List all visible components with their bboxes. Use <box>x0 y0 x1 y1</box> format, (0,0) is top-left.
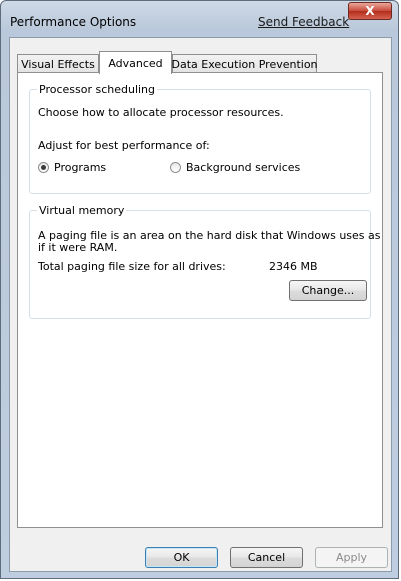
advanced-tab-panel: Processor scheduling Choose how to alloc… <box>17 72 383 528</box>
total-paging-label: Total paging file size for all drives: <box>38 260 226 273</box>
cancel-button[interactable]: Cancel <box>230 547 303 568</box>
virtual-memory-description-line2: if it were RAM. <box>38 241 118 254</box>
background-services-radio-indicator <box>170 162 181 173</box>
send-feedback-link[interactable]: Send Feedback <box>258 15 349 29</box>
processor-description: Choose how to allocate processor resourc… <box>38 106 284 119</box>
tab-advanced[interactable]: Advanced <box>99 51 172 74</box>
adjust-performance-label: Adjust for best performance of: <box>38 139 210 152</box>
tab-visual-effects[interactable]: Visual Effects <box>17 54 99 73</box>
performance-options-window: Performance Options Send Feedback X Visu… <box>0 0 399 579</box>
close-button[interactable]: X <box>348 2 392 20</box>
dialog-client-area: Visual Effects Advanced Data Execution P… <box>9 37 392 572</box>
programs-radio[interactable]: Programs <box>38 161 106 174</box>
close-icon: X <box>365 4 375 18</box>
total-paging-value: 2346 MB <box>269 260 318 273</box>
title-bar[interactable]: Performance Options Send Feedback X <box>1 1 398 41</box>
tab-data-execution-prevention-label: Data Execution Prevention <box>171 57 318 71</box>
programs-radio-label: Programs <box>54 161 107 174</box>
tab-data-execution-prevention[interactable]: Data Execution Prevention <box>171 54 318 73</box>
apply-button[interactable]: Apply <box>315 547 388 568</box>
background-services-radio-label: Background services <box>186 161 301 174</box>
ok-button[interactable]: OK <box>145 547 218 568</box>
processor-scheduling-legend: Processor scheduling <box>39 83 156 96</box>
background-services-radio[interactable]: Background services <box>170 161 300 174</box>
tab-visual-effects-label: Visual Effects <box>21 57 95 71</box>
tab-advanced-label: Advanced <box>108 56 163 70</box>
change-button[interactable]: Change... <box>289 280 367 301</box>
virtual-memory-legend: Virtual memory <box>39 204 125 217</box>
programs-radio-indicator <box>38 162 49 173</box>
window-title: Performance Options <box>10 15 137 29</box>
